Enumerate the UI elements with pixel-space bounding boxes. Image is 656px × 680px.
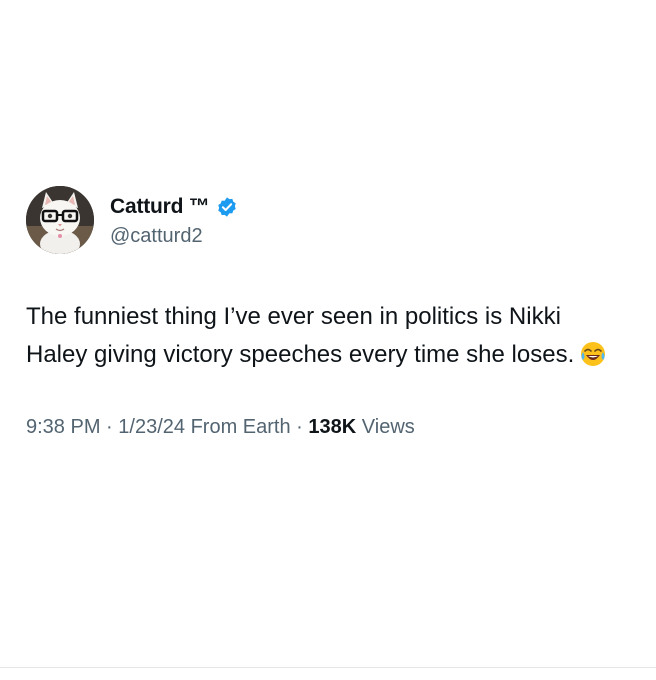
cat-with-glasses-avatar-icon: [26, 186, 94, 254]
tweet-text-content: The funniest thing I’ve ever seen in pol…: [26, 303, 575, 368]
face-with-tears-of-joy-icon: [580, 341, 606, 367]
meta-separator: ·: [296, 416, 303, 438]
avatar[interactable]: [26, 186, 94, 254]
verified-badge-icon[interactable]: [216, 196, 238, 218]
tweet-card: Catturd ™ @catturd2 The funniest thing I…: [26, 184, 636, 439]
display-name-row: Catturd ™: [110, 192, 238, 222]
divider: [0, 667, 656, 668]
author-names: Catturd ™ @catturd2: [110, 192, 238, 248]
author-handle[interactable]: @catturd2: [110, 225, 238, 248]
tweet-date[interactable]: 1/23/24: [118, 416, 185, 438]
views-label: Views: [361, 416, 415, 438]
tweet-location: From Earth: [190, 416, 291, 438]
tweet-header: Catturd ™ @catturd2: [26, 184, 636, 256]
tweet-text: The funniest thing I’ve ever seen in pol…: [26, 298, 626, 374]
meta-separator: ·: [106, 416, 113, 438]
views-count[interactable]: 138K: [308, 416, 356, 438]
tweet-meta: 9:38 PM · 1/23/24 From Earth · 138K View…: [26, 416, 636, 439]
tweet-time[interactable]: 9:38 PM: [26, 416, 100, 438]
display-name[interactable]: Catturd ™: [110, 195, 210, 219]
